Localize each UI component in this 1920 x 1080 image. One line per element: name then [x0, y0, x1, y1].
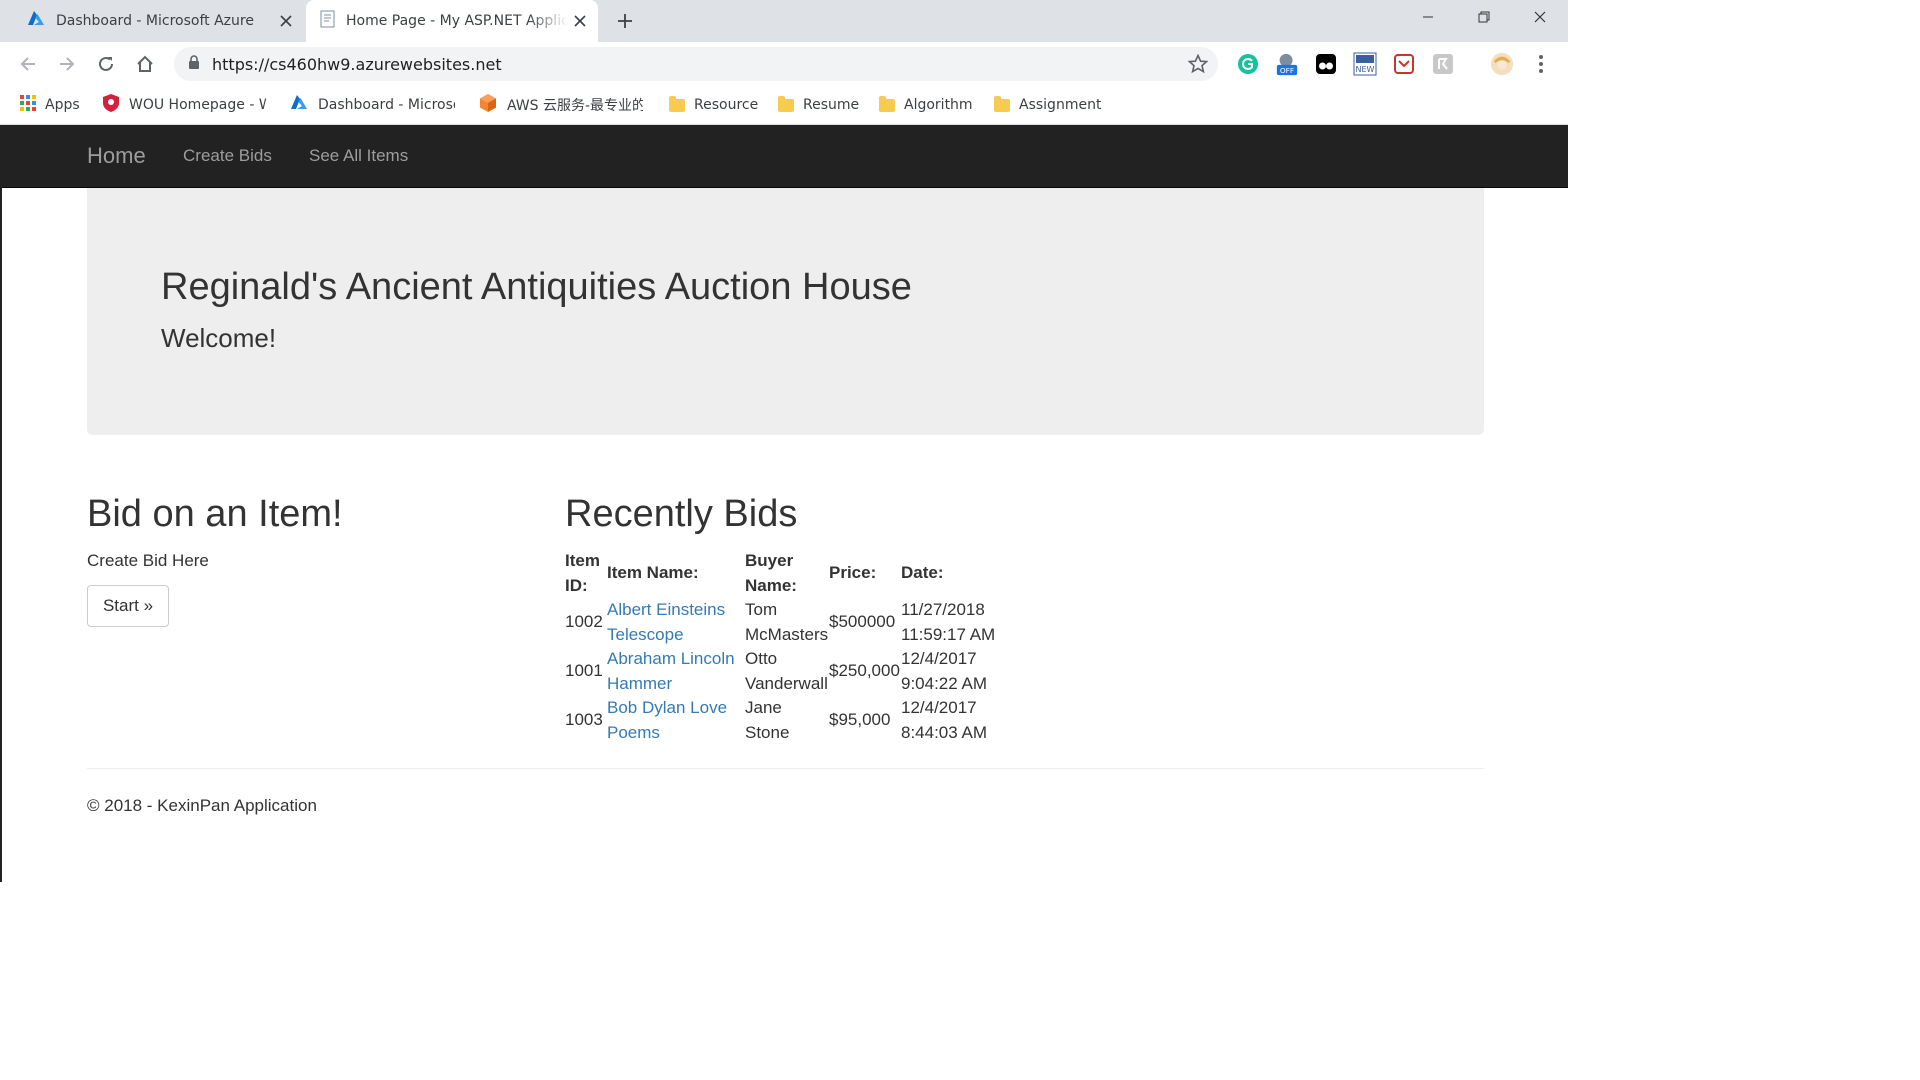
azure-icon [289, 95, 309, 115]
buyer-name-cell: Otto Vanderwall [745, 649, 828, 693]
star-icon[interactable] [1188, 54, 1208, 74]
item-id-cell: 1001 [565, 661, 603, 681]
home-button[interactable] [131, 50, 159, 78]
document-icon [320, 10, 336, 32]
bookmark-folder-resume[interactable]: Resume [778, 92, 859, 118]
hero-subtitle: Welcome! [161, 323, 277, 353]
aws-cube-icon [478, 93, 498, 117]
url-text: https://cs460hw9.azurewebsites.net [212, 54, 502, 74]
folder-icon [994, 95, 1010, 112]
nav-brand-home[interactable]: Home [87, 143, 146, 169]
bookmark-folder-assignment[interactable]: Assignment [994, 92, 1101, 118]
date-cell: 11/27/2018 11:59:17 AM [901, 600, 996, 644]
forward-button[interactable] [53, 50, 81, 78]
buyer-name-cell: Tom McMasters [745, 600, 829, 644]
tab-azure-dashboard[interactable]: Dashboard - Microsoft Azure [14, 0, 304, 42]
folder-icon [669, 95, 685, 112]
bookmark-folder-algorithm[interactable]: Algorithm [879, 92, 973, 118]
item-id-cell: 1003 [565, 710, 603, 730]
pocket-icon[interactable] [1392, 52, 1416, 76]
recent-bids-title: Recently Bids [565, 493, 798, 535]
item-name-link[interactable]: Abraham Lincoln Hammer [607, 647, 745, 696]
translate-extension-icon[interactable] [1431, 52, 1455, 76]
minimize-button[interactable] [1400, 0, 1456, 34]
start-button[interactable]: Start » [87, 585, 169, 627]
new-extension-icon[interactable]: NEW [1353, 52, 1377, 76]
new-tab-button[interactable] [612, 8, 638, 34]
bid-section-text: Create Bid Here [87, 551, 209, 570]
table-row: 1002 Albert Einsteins Telescope Tom McMast… [565, 598, 1001, 647]
reload-button[interactable] [92, 50, 120, 78]
column-header-item-name: Item Name: [607, 563, 699, 583]
tab-title: Home Page - My ASP.NET Application [346, 13, 568, 29]
hero-jumbotron: Reginald's Ancient Antiquities Auction H… [87, 188, 1484, 435]
close-window-button[interactable] [1512, 0, 1568, 34]
table-row: 1003 Bob Dylan Love Poems Jane Stone $95,0… [565, 696, 1001, 745]
bookmark-azure-dashboard[interactable]: Dashboard - Microso [289, 92, 455, 118]
tab-strip: Dashboard - Microsoft Azure Home Page - … [0, 0, 1568, 42]
address-bar[interactable]: https://cs460hw9.azurewebsites.net [174, 47, 1218, 81]
restore-button[interactable] [1456, 0, 1512, 34]
item-id-cell: 1002 [565, 612, 603, 632]
site-navbar: Home Create Bids See All Items [2, 125, 1568, 188]
column-header-item-id: Item ID: [565, 551, 600, 595]
footer-divider [87, 768, 1484, 769]
column-header-date: Date: [901, 563, 944, 583]
azure-icon [26, 11, 46, 31]
tab-title: Dashboard - Microsoft Azure [56, 13, 254, 29]
item-name-link[interactable]: Albert Einsteins Telescope [607, 598, 745, 647]
price-cell: $250,000 [829, 661, 900, 681]
close-icon[interactable] [274, 9, 298, 33]
hero-title: Reginald's Ancient Antiquities Auction H… [161, 266, 912, 308]
browser-toolbar: https://cs460hw9.azurewebsites.net OFF N… [0, 42, 1568, 86]
bookmark-wou-homepage[interactable]: WOU Homepage - W [102, 92, 266, 118]
table-row: 1001 Abraham Lincoln Hammer Otto Vanderwal… [565, 647, 1001, 696]
bookmark-aws[interactable]: AWS 云服务-最专业的 [478, 92, 643, 118]
bookmarks-bar: Apps WOU Homepage - W Dashboard - Micros… [0, 86, 1568, 125]
svg-text:NEW: NEW [1356, 65, 1375, 74]
bookmark-apps[interactable]: Apps [20, 92, 80, 118]
nav-link-see-all-items[interactable]: See All Items [309, 146, 408, 166]
tab-home-page[interactable]: Home Page - My ASP.NET Application [306, 0, 598, 42]
date-cell: 12/4/2017 9:04:22 AM [901, 649, 988, 693]
date-cell: 12/4/2017 8:44:03 AM [901, 698, 988, 742]
column-header-buyer-name: Buyer Name: [745, 551, 797, 595]
buyer-name-cell: Jane Stone [745, 698, 790, 742]
folder-icon [778, 95, 794, 112]
recent-bids-table: Item ID: Item Name: Buyer Name: Price: Dat… [565, 549, 1001, 745]
price-cell: $95,000 [829, 710, 891, 730]
web-page: Home Create Bids See All Items Reginald'… [0, 125, 1568, 882]
lock-icon [188, 54, 200, 74]
profile-avatar[interactable] [1490, 52, 1514, 76]
close-icon[interactable] [568, 9, 592, 33]
grammarly-icon[interactable] [1236, 52, 1260, 76]
footer-copyright: © 2018 - KexinPan Application [87, 796, 317, 815]
folder-icon [879, 95, 895, 112]
tampermonkey-icon[interactable] [1314, 52, 1338, 76]
price-cell: $500000 [829, 612, 896, 632]
apps-grid-icon [20, 95, 36, 115]
back-button[interactable] [14, 50, 42, 78]
table-header-row: Item ID: Item Name: Buyer Name: Price: Dat… [565, 549, 1001, 598]
menu-kebab-icon[interactable] [1529, 52, 1553, 76]
wou-shield-icon [102, 93, 120, 117]
column-header-price: Price: [829, 563, 877, 583]
extension-off-icon[interactable]: OFF [1275, 52, 1299, 76]
svg-text:OFF: OFF [1280, 66, 1294, 75]
bookmark-folder-resource[interactable]: Resource [669, 92, 758, 118]
nav-link-create-bids[interactable]: Create Bids [183, 146, 272, 166]
item-name-link[interactable]: Bob Dylan Love Poems [607, 696, 745, 745]
bid-section-title: Bid on an Item! [87, 493, 343, 535]
